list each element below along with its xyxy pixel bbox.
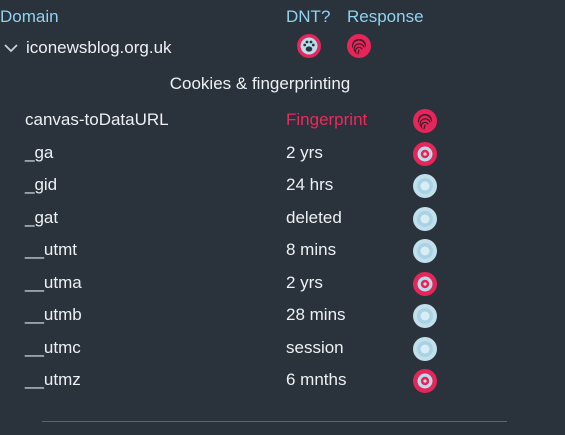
footer-divider <box>42 421 507 422</box>
cookie-row: __utma 2 yrs <box>0 269 565 302</box>
cookie-name: __utma <box>25 272 82 292</box>
column-header-domain: Domain <box>0 7 59 26</box>
cookie-row: _ga 2 yrs <box>0 139 565 172</box>
allowed-cookie-icon[interactable] <box>412 303 438 329</box>
cookie-row: __utmz 6 mnths <box>0 366 565 399</box>
cookie-name: __utmc <box>25 337 81 357</box>
blocked-cookie-icon[interactable] <box>412 141 438 167</box>
cookie-expiry: 6 mnths <box>286 370 347 389</box>
cookie-name: __utmb <box>25 305 82 324</box>
cookie-expiry: 2 yrs <box>286 272 323 292</box>
column-header-dnt: DNT? <box>286 7 331 26</box>
paw-icon[interactable] <box>296 33 322 59</box>
blocked-cookie-icon[interactable] <box>412 271 438 297</box>
cookie-expiry: Fingerprint <box>286 110 368 129</box>
cookie-expiry: 24 hrs <box>286 175 334 194</box>
cookie-name: _gid <box>25 175 58 194</box>
cookie-name: canvas-toDataURL <box>25 110 169 129</box>
allowed-cookie-icon[interactable] <box>412 206 438 232</box>
cookie-expiry: session <box>286 337 344 357</box>
cookie-row: __utmc session <box>0 334 565 367</box>
cookie-row: __utmt 8 mins <box>0 236 565 269</box>
cookie-expiry: deleted <box>286 207 342 227</box>
column-header-response: Response <box>347 7 424 26</box>
allowed-cookie-icon[interactable] <box>412 336 438 362</box>
cookie-expiry: 28 mins <box>286 305 346 324</box>
cookie-expiry: 8 mins <box>286 240 337 259</box>
cookie-row: canvas-toDataURL Fingerprint <box>0 106 565 139</box>
allowed-cookie-icon[interactable] <box>412 238 438 264</box>
cookie-row: _gat deleted <box>0 204 565 237</box>
fingerprint-icon <box>347 34 371 58</box>
cookie-name: __utmt <box>25 240 77 259</box>
cookie-row: _gid 24 hrs <box>0 171 565 204</box>
domain-name: iconewsblog.org.uk <box>26 38 172 57</box>
section-title: Cookies & fingerprinting <box>169 74 351 93</box>
cookie-expiry: 2 yrs <box>286 142 323 162</box>
fingerprint-icon <box>413 109 437 133</box>
cookie-row: __utmb 28 mins <box>0 301 565 334</box>
cookie-name: _ga <box>25 142 54 162</box>
blocked-cookie-icon[interactable] <box>412 368 438 394</box>
cookie-name: __utmz <box>25 370 81 389</box>
chevron-down-icon[interactable] <box>3 40 19 56</box>
allowed-cookie-icon[interactable] <box>412 173 438 199</box>
cookie-name: _gat <box>25 207 59 227</box>
domain-row[interactable]: iconewsblog.org.uk <box>3 36 172 60</box>
cookie-list: canvas-toDataURL Fingerprint _ga 2 yrs _gid 2… <box>0 106 565 399</box>
